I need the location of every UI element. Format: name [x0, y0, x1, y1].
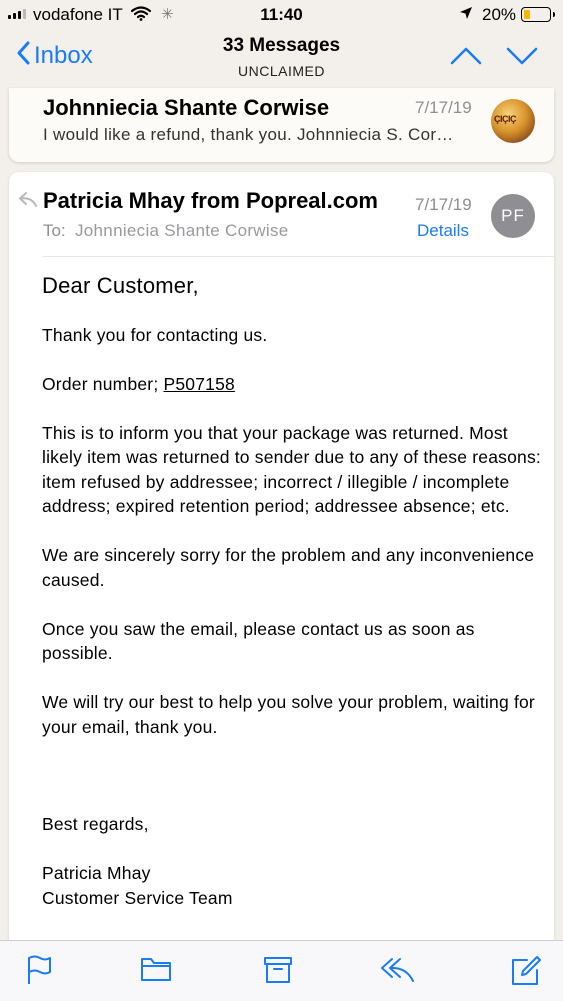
details-link[interactable]: Details [417, 221, 469, 241]
expanded-message-card: Patricia Mhay from Popreal.com 7/17/19 T… [9, 172, 554, 952]
archive-box-icon[interactable] [263, 955, 293, 990]
replied-indicator-icon [17, 190, 39, 213]
sender-name: Johnniecia Shante Corwise [43, 95, 330, 120]
body-paragraph: Once you saw the email, please contact u… [42, 618, 475, 664]
next-message-button[interactable] [506, 46, 538, 71]
previous-message-button[interactable] [450, 46, 482, 71]
bottom-toolbar [0, 940, 563, 1001]
body-paragraph: We are sincerely sorry for the problem a… [42, 545, 535, 590]
message-body: Dear Customer, Thank you for contacting … [42, 272, 542, 910]
signature-name: Patricia Mhay [42, 863, 151, 883]
signature-team: Customer Service Team [42, 887, 233, 908]
sender-avatar: ÇIÇIÇ [491, 99, 535, 143]
folder-icon[interactable] [140, 955, 172, 988]
order-line: Order number; P507158 [42, 372, 542, 397]
sender-avatar: PF [491, 194, 535, 238]
collapsed-message-card[interactable]: Johnniecia Shante Corwise 7/17/19 I woul… [9, 88, 554, 162]
message-snippet: I would like a refund, thank you. Johnni… [43, 125, 454, 144]
compose-icon[interactable] [510, 955, 542, 992]
recipient-name[interactable]: Johnniecia Shante Corwise [75, 221, 289, 241]
flag-icon[interactable] [26, 955, 52, 990]
body-paragraph: This is to inform you that your package … [42, 422, 541, 517]
status-bar: vodafone IT ✳ 11:40 20% [0, 0, 563, 30]
body-paragraph: Thank you for contacting us. [42, 324, 268, 345]
body-paragraph: We will try our best to help you solve y… [42, 692, 535, 737]
location-arrow-icon [459, 6, 473, 25]
reply-icon[interactable] [378, 955, 416, 990]
battery-icon [521, 7, 555, 22]
navigation-bar: Inbox 33 Messages UNCLAIMED [0, 30, 563, 90]
greeting: Dear Customer, [42, 273, 199, 298]
message-date: 7/17/19 [415, 195, 472, 214]
status-time: 11:40 [260, 5, 303, 24]
header-divider [43, 256, 554, 257]
battery-percent: 20% [482, 5, 517, 24]
signoff: Best regards, [42, 814, 149, 834]
order-label: Order number; [42, 373, 164, 394]
message-date: 7/17/19 [415, 98, 472, 117]
order-number-link[interactable]: P507158 [163, 374, 234, 394]
recipient-label: To: [43, 221, 66, 240]
sender-name: Patricia Mhay from Popreal.com [43, 188, 378, 213]
